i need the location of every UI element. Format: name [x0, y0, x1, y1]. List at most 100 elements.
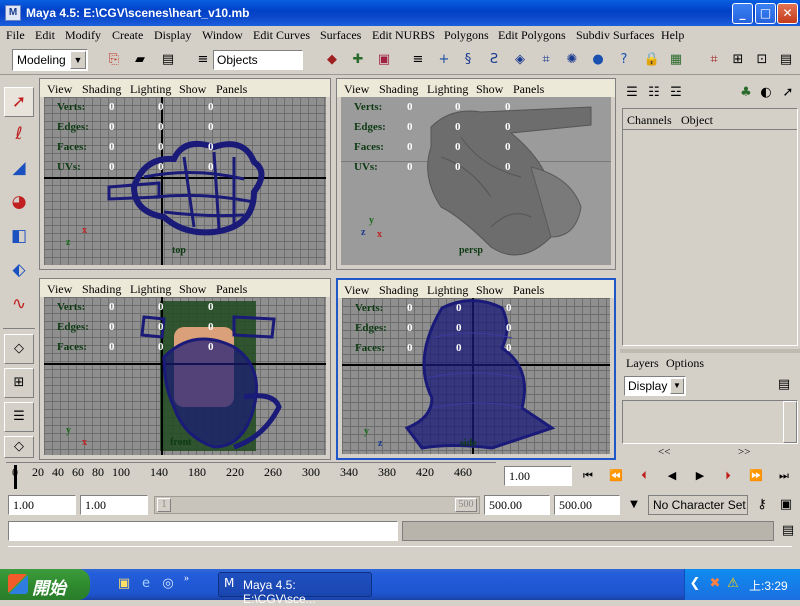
show-hidden-icons-icon[interactable]: ❮	[685, 574, 705, 594]
viewport-menu-show[interactable]: Show	[179, 282, 206, 297]
viewport-menu-lighting[interactable]: Lighting	[130, 282, 171, 297]
select-joints-icon[interactable]: §	[458, 50, 478, 70]
viewport-canvas[interactable]: Verts: Edges: Faces: 0 0 0 0 0 0 0 0 0 y…	[342, 298, 610, 454]
time-slider-track[interactable]: 0 20 40 60 80 100 140 180 220 260 300 34…	[6, 462, 496, 490]
show-manipulator-icon[interactable]: ♣	[736, 83, 756, 103]
playback-start-field[interactable]: 1.00	[80, 495, 148, 515]
select-curves-icon[interactable]: Ƨ	[484, 50, 504, 70]
manipulator-tool-icon[interactable]: ⬖	[4, 256, 34, 286]
viewport-menu-lighting[interactable]: Lighting	[427, 283, 468, 298]
time-slider[interactable]: 0 20 40 60 80 100 140 180 220 260 300 34…	[0, 460, 800, 492]
viewport-menu-lighting[interactable]: Lighting	[427, 82, 468, 97]
menu-modify[interactable]: Modify	[65, 28, 101, 43]
range-start-handle[interactable]: 1	[157, 498, 171, 512]
viewport-menu-shading[interactable]: Shading	[82, 82, 121, 97]
selection-mask-menu-icon[interactable]: ≡	[193, 50, 213, 70]
viewport-menu-view[interactable]: View	[344, 82, 369, 97]
network-icon[interactable]: ✖	[705, 574, 725, 594]
menu-edit-curves[interactable]: Edit Curves	[253, 28, 310, 43]
channel-box-channels-menu[interactable]: Channels	[627, 113, 672, 128]
show-tool-icon[interactable]: ◐	[756, 83, 776, 103]
menu-edit-polygons[interactable]: Edit Polygons	[498, 28, 566, 43]
save-scene-icon[interactable]: ▤	[158, 50, 178, 70]
select-misc-icon[interactable]: ?	[614, 50, 634, 70]
heart-wireframe-top[interactable]	[104, 117, 284, 247]
layer-nav-left[interactable]: <<	[658, 446, 670, 458]
select-dynamics-icon[interactable]: ✺	[562, 50, 582, 70]
go-to-start-icon[interactable]: ⏮	[578, 466, 598, 486]
attribute-editor-layout-icon[interactable]: ☷	[644, 83, 664, 103]
last-tool-used-icon[interactable]: ∿	[4, 290, 34, 320]
menu-set-select[interactable]: Modeling ▼	[12, 49, 88, 71]
move-tool-icon[interactable]: ◢	[4, 154, 34, 184]
four-pane-layout-icon[interactable]: ⊞	[4, 368, 34, 398]
snap-to-points-icon[interactable]: ⊡	[752, 50, 772, 70]
layer-list-scrollbar[interactable]	[783, 401, 797, 443]
step-forward-frame-icon[interactable]: ⏩	[746, 466, 766, 486]
viewport-menu-view[interactable]: View	[344, 283, 369, 298]
menu-edit-nurbs[interactable]: Edit NURBS	[372, 28, 435, 43]
maximize-button[interactable]: □	[755, 3, 776, 24]
scale-tool-icon[interactable]: ◧	[4, 222, 34, 252]
animation-start-field[interactable]: 1.00	[8, 495, 76, 515]
command-input[interactable]	[8, 521, 398, 541]
hypergraph-layout-icon[interactable]: ◇	[4, 436, 34, 458]
create-layer-icon[interactable]: ▤	[774, 375, 794, 395]
viewport-side[interactable]: View Shading Lighting Show Panels Verts:…	[336, 278, 616, 460]
script-editor-icon[interactable]: ▤	[778, 521, 798, 541]
snap-to-grids-icon[interactable]: ⌗	[704, 50, 724, 70]
single-pane-layout-icon[interactable]: ◇	[4, 334, 34, 364]
play-forwards-icon[interactable]: ▶	[690, 466, 710, 486]
viewport-canvas[interactable]: Verts: Edges: Faces: UVs: 0 0 0 0 0 0 0 …	[44, 97, 326, 265]
snap-to-curves-icon[interactable]: ⊞	[728, 50, 748, 70]
character-set-menu-icon[interactable]: ▼	[624, 495, 644, 515]
lasso-tool-icon[interactable]: ℓ	[4, 120, 34, 150]
close-button[interactable]: ✕	[777, 3, 798, 24]
internet-explorer-icon[interactable]: e	[136, 574, 156, 594]
select-tool-icon[interactable]: ➚	[4, 87, 34, 117]
viewport-menu-show[interactable]: Show	[476, 82, 503, 97]
viewport-front[interactable]: View Shading Lighting Show Panels Verts:…	[39, 278, 331, 460]
tool-settings-layout-icon[interactable]: ☲	[666, 83, 686, 103]
layer-type-select[interactable]: Display ▼	[624, 376, 686, 396]
highlight-selection-icon[interactable]: ▦	[666, 50, 686, 70]
taskbar-task-maya[interactable]: M Maya 4.5: E:\CGV\sce...	[218, 572, 372, 606]
open-scene-icon[interactable]: ▰	[130, 50, 150, 70]
viewport-menu-panels[interactable]: Panels	[513, 82, 544, 97]
chevron-down-icon[interactable]: ▼	[670, 378, 684, 394]
outliner-layout-icon[interactable]: ☰	[4, 402, 34, 432]
viewport-canvas[interactable]: Verts: Edges: Faces: 0 0 0 0 0 0 0 0 0 y…	[44, 297, 326, 455]
select-by-object-type-icon[interactable]: ✚	[348, 50, 368, 70]
viewport-menu-panels[interactable]: Panels	[216, 282, 247, 297]
viewport-menu-shading[interactable]: Shading	[82, 282, 121, 297]
viewport-menu-shading[interactable]: Shading	[379, 82, 418, 97]
rotate-tool-icon[interactable]: ◕	[4, 188, 34, 218]
quicklaunch-chevron-icon[interactable]: »	[184, 573, 189, 584]
minimize-button[interactable]: _	[732, 3, 753, 24]
select-surfaces-icon[interactable]: ◈	[510, 50, 530, 70]
viewport-menu-show[interactable]: Show	[179, 82, 206, 97]
viewport-menu-panels[interactable]: Panels	[513, 283, 544, 298]
layers-menu[interactable]: Layers	[626, 356, 659, 371]
current-time-field[interactable]: 1.00	[504, 466, 572, 486]
step-forward-key-icon[interactable]: ⏵	[718, 466, 738, 486]
menu-window[interactable]: Window	[202, 28, 243, 43]
viewport-menu-view[interactable]: View	[47, 282, 72, 297]
selection-mode-field[interactable]: Objects	[213, 50, 303, 70]
channel-box[interactable]: Channels Object	[622, 108, 798, 346]
menu-help[interactable]: Help	[661, 28, 684, 43]
channel-box-object-menu[interactable]: Object	[681, 113, 713, 128]
select-by-component-icon[interactable]: ▣	[374, 50, 394, 70]
select-rendering-icon[interactable]: ●	[588, 50, 608, 70]
viewport-menu-lighting[interactable]: Lighting	[130, 82, 171, 97]
menu-file[interactable]: File	[6, 28, 25, 43]
quicklaunch-icon[interactable]: ◎	[158, 574, 178, 594]
new-scene-icon[interactable]: ⎘	[104, 50, 124, 70]
menu-display[interactable]: Display	[154, 28, 191, 43]
show-desktop-icon[interactable]: ▣	[114, 574, 134, 594]
auto-key-icon[interactable]: ⚷	[752, 495, 772, 515]
viewport-canvas[interactable]: Verts: Edges: Faces: UVs: 0 0 0 0 0 0 0 …	[341, 97, 611, 265]
viewport-persp[interactable]: View Shading Lighting Show Panels Verts:…	[336, 78, 616, 270]
layer-nav-right[interactable]: >>	[738, 446, 750, 458]
menu-surfaces[interactable]: Surfaces	[320, 28, 361, 43]
